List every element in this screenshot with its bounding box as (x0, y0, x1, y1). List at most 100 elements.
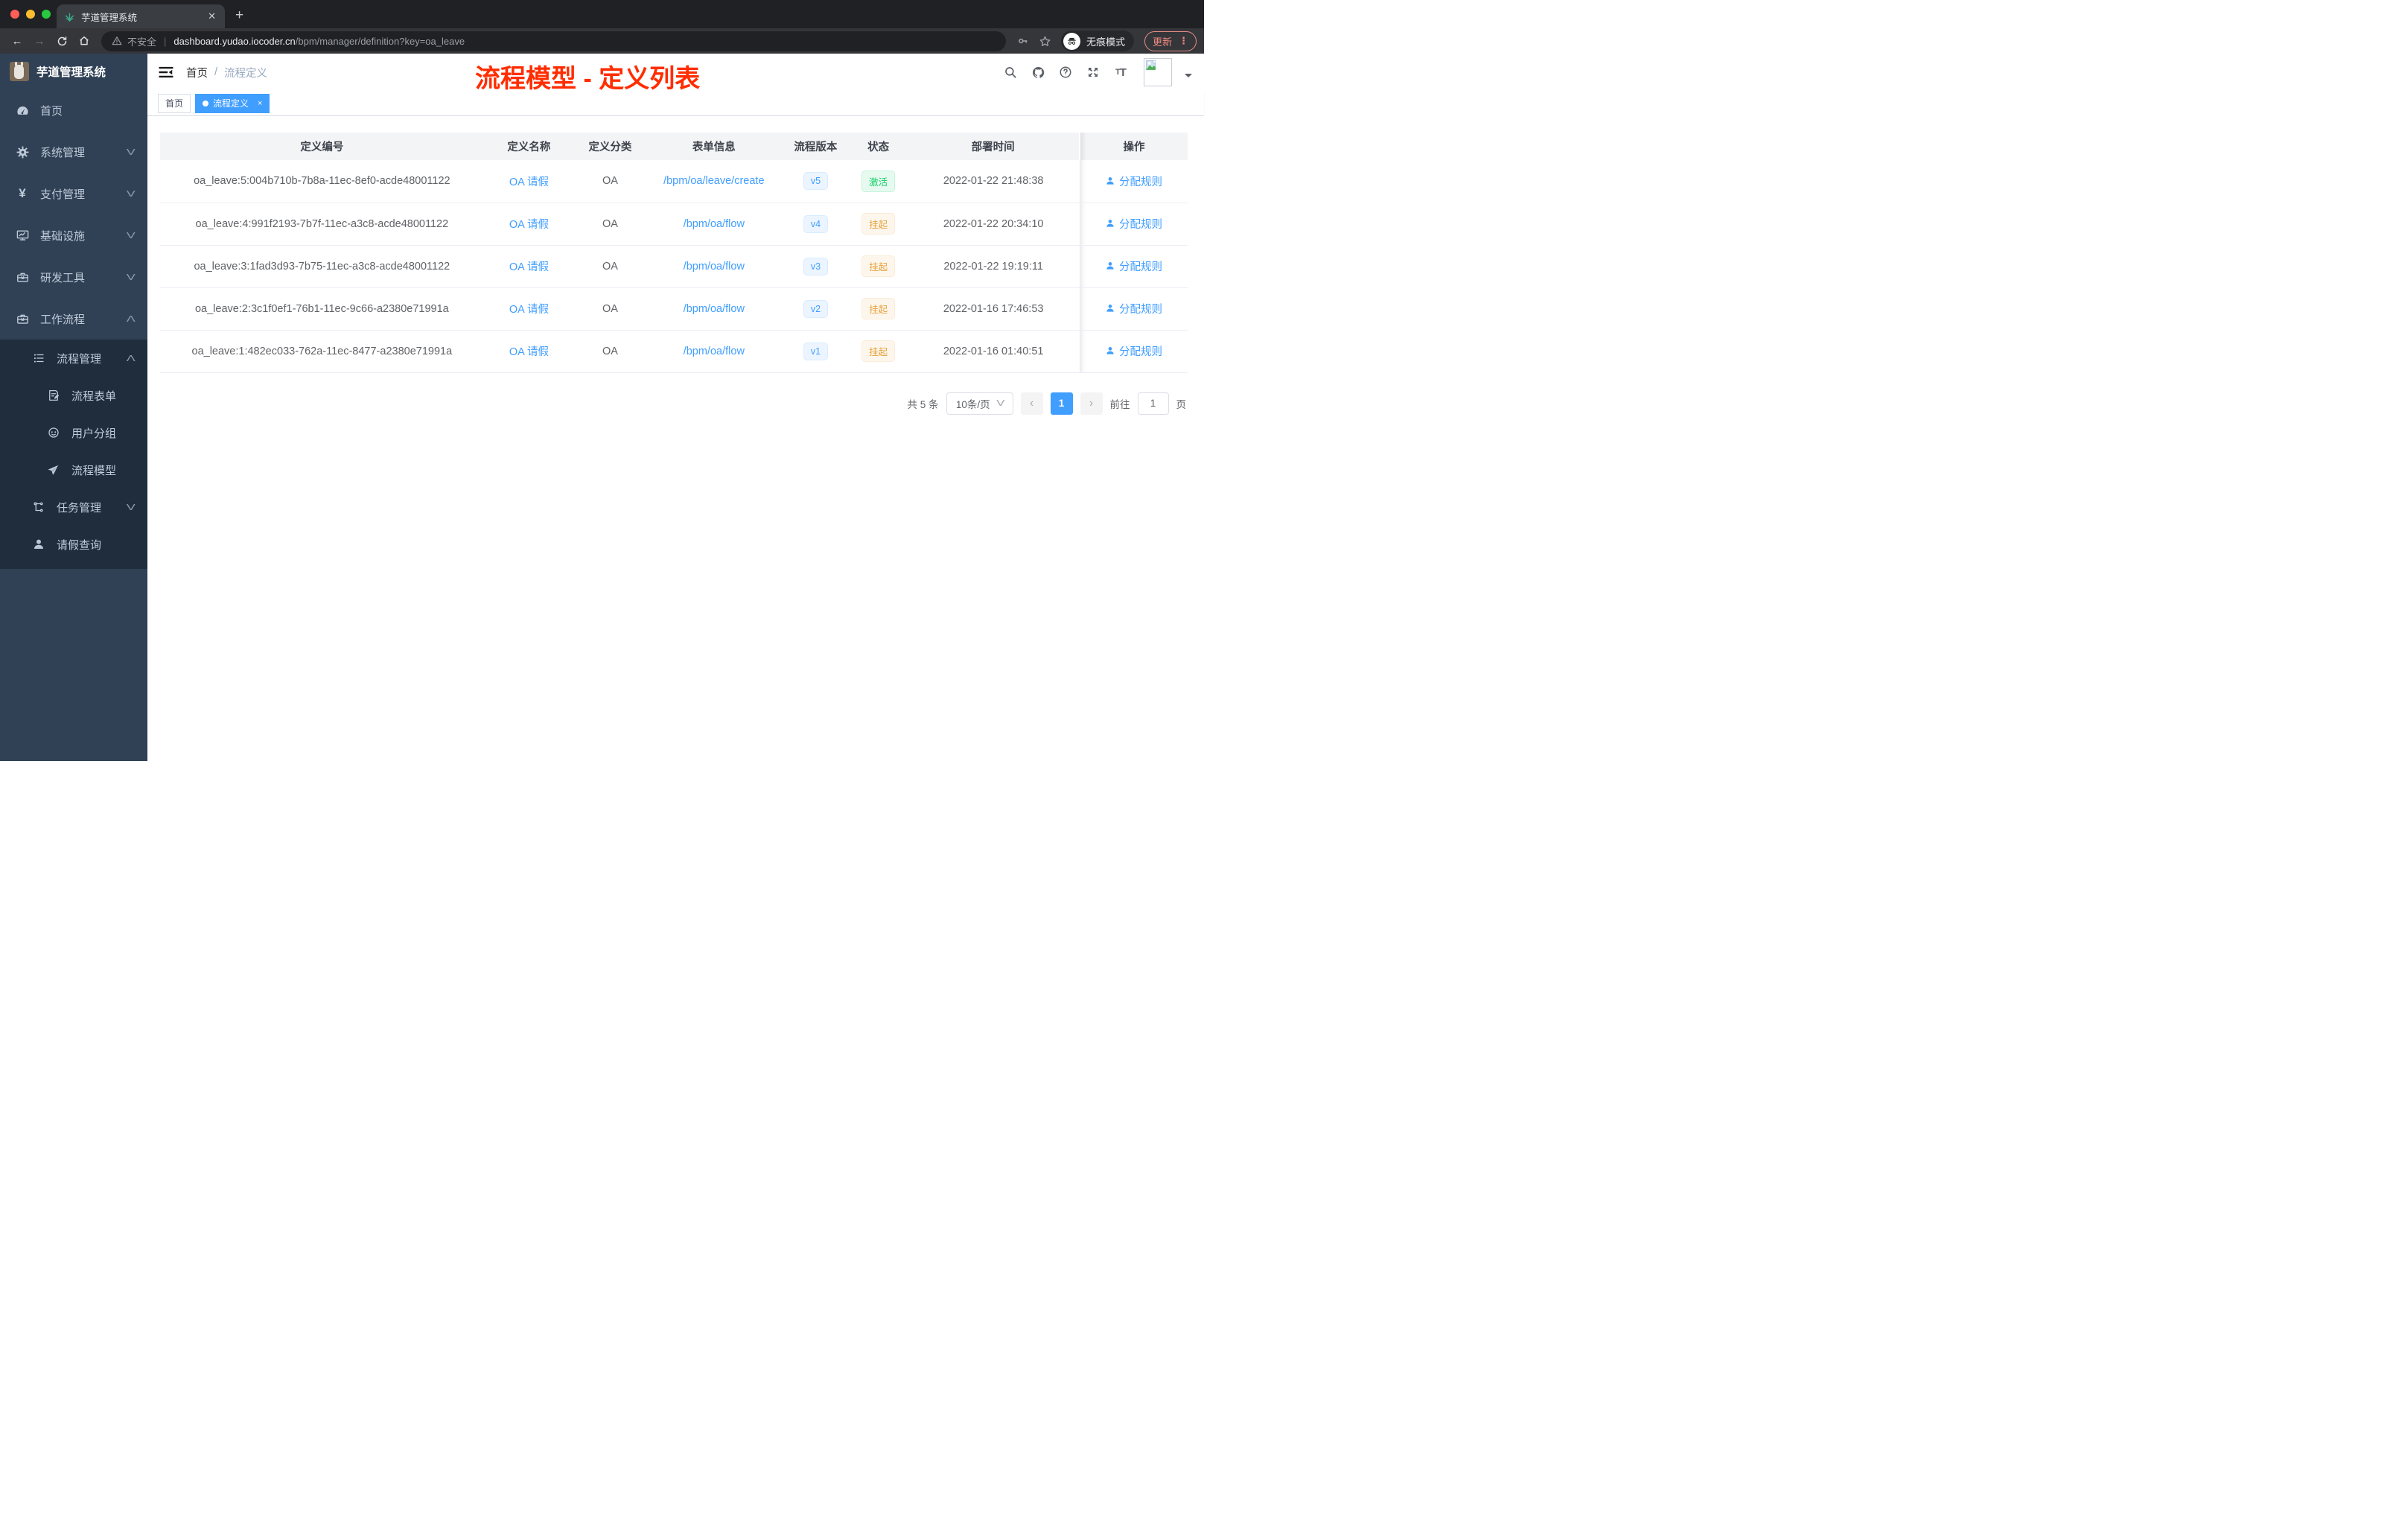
sidebar-item-system[interactable]: 系统管理 ᐯ (0, 131, 147, 173)
browser-update-button[interactable]: 更新 ⋮ (1144, 31, 1197, 51)
user-icon (1106, 262, 1114, 270)
assign-rule-link[interactable]: 分配规则 (1119, 301, 1162, 316)
page-number-1[interactable]: 1 (1050, 392, 1073, 415)
home-button[interactable] (74, 31, 94, 51)
help-icon[interactable] (1058, 65, 1073, 80)
goto-page-input[interactable] (1137, 392, 1169, 415)
cell-definition-name: OA 请假 (483, 245, 575, 288)
sidebar-item-label: 请假查询 (57, 538, 102, 552)
form-info-link[interactable]: /bpm/oa/flow (684, 303, 745, 315)
sidebar-item-home[interactable]: 首页 (0, 89, 147, 131)
close-window-button[interactable] (10, 10, 19, 19)
sidebar-item-process-form[interactable]: 流程表单 (0, 377, 147, 414)
back-button[interactable]: ← (7, 31, 27, 51)
toolbox-icon (15, 270, 30, 284)
sidebar-item-leave-query[interactable]: 请假查询 (0, 526, 147, 563)
browser-tab-strip: 芋道管理系统 ✕ + (0, 0, 1204, 28)
fullscreen-icon[interactable] (1086, 65, 1101, 80)
cell-definition-id: oa_leave:4:991f2193-7b7f-11ec-a3c8-acde4… (160, 203, 484, 246)
version-badge: v2 (803, 299, 829, 318)
user-avatar[interactable] (1144, 58, 1172, 86)
definition-table: 定义编号 定义名称 定义分类 表单信息 流程版本 状态 部署时间 操作 oa_l… (160, 133, 1188, 373)
search-icon[interactable] (1003, 65, 1018, 80)
tab-title: 芋道管理系统 (81, 12, 138, 23)
prev-page-button[interactable]: ‹ (1020, 392, 1043, 415)
tag-process-definition[interactable]: 流程定义 × (195, 93, 270, 113)
form-info-link[interactable]: /bpm/oa/flow (684, 218, 745, 230)
assign-rule-link[interactable]: 分配规则 (1119, 343, 1162, 359)
chevron-up-icon: ᐱ (127, 314, 136, 324)
sidebar-menu: 首页 系统管理 ᐯ ¥ 支付管理 ᐯ 基础设施 ᐯ 研发工具 ᐯ 工作流程 ᐱ … (0, 89, 147, 761)
form-info-link[interactable]: /bpm/oa/leave/create (663, 175, 764, 187)
sidebar-item-task-mgmt[interactable]: 任务管理 ᐯ (0, 488, 147, 526)
sidebar-item-process-mgmt[interactable]: 流程管理 ᐱ (0, 340, 147, 377)
definition-name-link[interactable]: OA 请假 (509, 304, 549, 316)
user-icon (1106, 177, 1114, 185)
assign-rule-link[interactable]: 分配规则 (1119, 258, 1162, 274)
table-body: oa_leave:5:004b710b-7b8a-11ec-8ef0-acde4… (160, 160, 1188, 373)
window-controls[interactable] (10, 10, 51, 19)
active-tag-dot (203, 100, 209, 106)
status-badge: 挂起 (861, 340, 896, 362)
assign-rule-link[interactable]: 分配规则 (1119, 173, 1162, 189)
cell-deploy-time: 2022-01-22 20:34:10 (907, 203, 1080, 246)
bookmark-star-icon[interactable] (1036, 31, 1055, 51)
cell-definition-name: OA 请假 (483, 330, 575, 373)
sidebar-item-devtools[interactable]: 研发工具 ᐯ (0, 256, 147, 298)
collapse-sidebar-icon[interactable] (158, 64, 174, 80)
browser-tab[interactable]: 芋道管理系统 ✕ (57, 4, 225, 28)
sidebar-item-pay[interactable]: ¥ 支付管理 ᐯ (0, 173, 147, 214)
incognito-label: 无痕模式 (1086, 36, 1125, 48)
cell-actions: 分配规则 (1080, 203, 1188, 246)
definition-name-link[interactable]: OA 请假 (509, 176, 549, 188)
logo-image (10, 62, 29, 81)
sidebar-item-infra[interactable]: 基础设施 ᐯ (0, 214, 147, 256)
cell-form-info: /bpm/oa/flow (646, 203, 782, 246)
cell-status: 挂起 (849, 287, 908, 331)
broken-image-icon (1145, 60, 1156, 71)
avatar-dropdown-caret-icon[interactable] (1185, 74, 1192, 81)
new-tab-button[interactable]: + (235, 7, 243, 28)
address-bar[interactable]: 不安全 | dashboard.yudao.iocoder.cn/bpm/man… (101, 31, 1006, 51)
breadcrumb-home[interactable]: 首页 (186, 65, 208, 80)
sidebar-item-label: 任务管理 (57, 501, 102, 515)
cell-definition-name: OA 请假 (483, 287, 575, 331)
form-info-link[interactable]: /bpm/oa/flow (684, 346, 745, 357)
zoom-window-button[interactable] (42, 10, 51, 19)
page-size-select[interactable]: 10条/页 ᐯ (946, 392, 1013, 415)
cell-actions: 分配规则 (1080, 287, 1188, 331)
github-icon[interactable] (1031, 65, 1045, 80)
tag-home[interactable]: 首页 (158, 93, 191, 113)
cell-deploy-time: 2022-01-22 19:19:11 (907, 245, 1080, 288)
status-badge: 激活 (861, 170, 896, 192)
table-row: oa_leave:2:3c1f0ef1-76b1-11ec-9c66-a2380… (160, 287, 1188, 331)
tag-close-icon[interactable]: × (258, 99, 262, 108)
definition-name-link[interactable]: OA 请假 (509, 346, 549, 358)
next-page-button[interactable]: › (1080, 392, 1103, 415)
sidebar-item-process-model[interactable]: 流程模型 (0, 451, 147, 488)
form-info-link[interactable]: /bpm/oa/flow (684, 261, 745, 273)
reload-button[interactable] (52, 31, 71, 51)
definition-name-link[interactable]: OA 请假 (509, 261, 549, 273)
sidebar-item-label: 流程管理 (57, 352, 102, 366)
sidebar-item-user-group[interactable]: 用户分组 (0, 414, 147, 451)
definition-name-link[interactable]: OA 请假 (509, 219, 549, 231)
col-name: 定义名称 (483, 133, 575, 160)
page-unit-label: 页 (1176, 398, 1187, 410)
minimize-window-button[interactable] (26, 10, 35, 19)
assign-rule-link[interactable]: 分配规则 (1119, 216, 1162, 232)
font-size-icon[interactable]: TT (1113, 65, 1128, 80)
app-title: 芋道管理系统 (36, 66, 106, 79)
cell-version: v5 (781, 160, 850, 203)
sidebar-item-label: 基础设施 (40, 229, 86, 243)
forward-button[interactable]: → (30, 31, 49, 51)
password-key-icon[interactable] (1013, 31, 1033, 51)
dashboard-icon (15, 103, 30, 118)
sidebar-item-workflow[interactable]: 工作流程 ᐱ (0, 298, 147, 340)
chevron-down-icon: ᐯ (127, 231, 136, 241)
col-version: 流程版本 (781, 133, 850, 160)
cell-deploy-time: 2022-01-22 21:48:38 (907, 160, 1080, 203)
col-status: 状态 (849, 133, 908, 160)
browser-menu-kebab-icon[interactable]: ⋮ (1179, 35, 1188, 47)
tab-close-icon[interactable]: ✕ (206, 10, 217, 22)
